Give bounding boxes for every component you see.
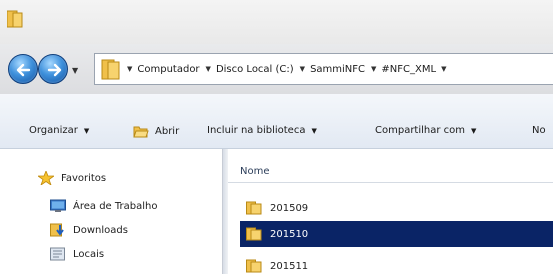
list-item-selected[interactable]: 201510 [240,221,553,247]
breadcrumb-arrow-icon[interactable]: ▼ [300,65,305,73]
new-folder-button[interactable]: No [532,125,546,136]
sidebar-item-desktop[interactable]: Área de Trabalho [50,199,157,213]
breadcrumb-arrow-icon[interactable]: ▼ [206,65,211,73]
folder-icon [7,10,23,28]
breadcrumb-item-nfc-xml[interactable]: ▼ #NFC_XML ▼ [371,64,451,75]
recent-locations-dropdown[interactable]: ▼ [72,66,78,75]
folder-icon [246,259,262,273]
breadcrumb-arrow-icon[interactable]: ▼ [371,65,376,73]
breadcrumb-item-computador[interactable]: ▼ Computador [127,64,200,75]
open-button[interactable]: Abrir [133,125,179,138]
back-arrow-icon [16,63,31,77]
chevron-down-icon: ▼ [471,126,477,135]
sidebar-item-locais[interactable]: Locais [50,247,104,261]
chevron-down-icon: ▼ [83,126,90,135]
folder-icon [101,59,120,80]
folder-icon [246,227,262,241]
breadcrumb-arrow-icon[interactable]: ▼ [441,65,446,73]
forward-button[interactable] [38,54,68,84]
forward-arrow-icon [47,63,62,77]
downloads-folder-icon [50,223,64,237]
open-folder-icon [133,126,149,138]
organize-button[interactable]: Organizar ▼ [29,125,89,136]
navigation-pane: Favoritos Área de Trabalho Downloads Loc… [0,149,222,274]
recent-places-icon [50,247,65,261]
window-title-bar [0,0,553,44]
back-button[interactable] [8,54,38,84]
breadcrumb-item-samminfc[interactable]: ▼ SammiNFC [300,64,365,75]
breadcrumb[interactable]: ▼ Computador ▼ Disco Local (C:) ▼ SammiN… [94,53,553,85]
sidebar-item-favorites[interactable]: Favoritos [38,171,106,185]
share-with-button[interactable]: Compartilhar com ▼ [375,125,476,136]
breadcrumb-arrow-icon[interactable]: ▼ [127,65,132,73]
folder-icon [246,201,262,215]
file-list: Nome 201509 201510 201511 [228,149,553,274]
column-header-name[interactable]: Nome [228,161,553,183]
include-in-library-button[interactable]: Incluir na biblioteca ▼ [207,125,317,136]
desktop-icon [50,199,66,212]
address-bar-row: ▼ ▼ Computador ▼ Disco Local (C:) ▼ Samm… [0,44,553,94]
list-item[interactable]: 201509 [240,195,553,221]
command-toolbar: Organizar ▼ Abrir Incluir na biblioteca … [0,94,553,149]
breadcrumb-item-disco-local[interactable]: ▼ Disco Local (C:) [206,64,294,75]
chevron-down-icon: ▼ [311,126,317,135]
star-icon [38,171,54,185]
sidebar-item-downloads[interactable]: Downloads [50,223,128,237]
list-item[interactable]: 201511 [240,253,553,274]
